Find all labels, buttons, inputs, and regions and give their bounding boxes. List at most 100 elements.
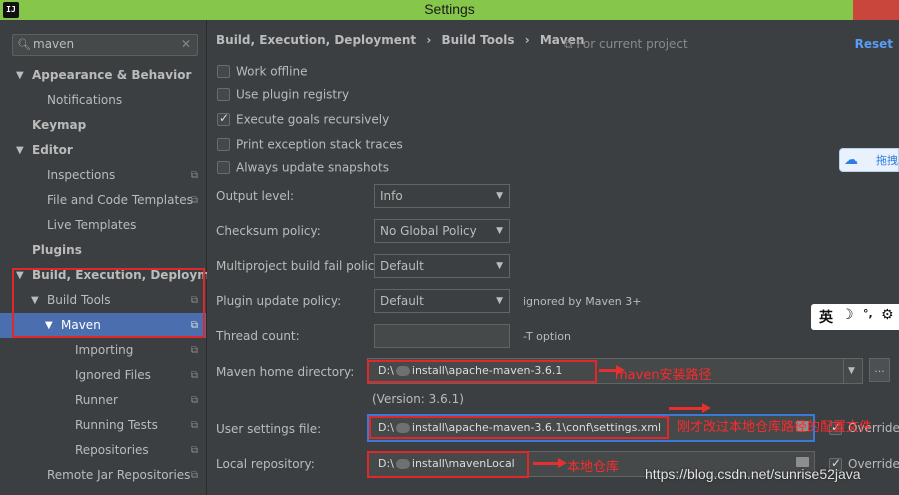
checksum-policy-label: Checksum policy:: [216, 224, 321, 238]
breadcrumb-separator: ›: [426, 33, 432, 47]
plugin-update-policy-label: Plugin update policy:: [216, 294, 342, 308]
sidebar-item-label: Editor: [32, 143, 73, 157]
annotation-maven-home: maven安装路径: [615, 368, 712, 383]
project-scope-label: ⧉ For current project: [564, 37, 688, 52]
sidebar-item-label: Keymap: [32, 118, 87, 132]
search-icon: 🔍︎: [17, 38, 31, 51]
thread-count-label: Thread count:: [216, 329, 300, 343]
always-update-snapshots-checkbox[interactable]: Always update snapshots: [217, 160, 389, 178]
sidebar-item-editor[interactable]: ▼ Editor: [0, 138, 206, 163]
chevron-down-icon: ▼: [496, 226, 503, 236]
window-title: Settings: [424, 1, 475, 17]
thread-count-hint: -T option: [523, 330, 571, 343]
sidebar-item-label: Remote Jar Repositories: [47, 468, 191, 482]
widget-label: 拖拽: [876, 154, 898, 167]
checkbox-box[interactable]: [217, 111, 230, 126]
print-exception-stack-traces-checkbox[interactable]: Print exception stack traces: [217, 137, 403, 155]
checkbox-box[interactable]: [217, 65, 230, 78]
sidebar-item-plugins[interactable]: Plugins: [0, 238, 206, 263]
project-scope-icon: ⧉: [190, 470, 198, 481]
checksum-policy-dropdown[interactable]: No Global Policy ▼: [374, 219, 510, 243]
annotation-local-repo-box: [367, 451, 529, 478]
expand-arrow-icon[interactable]: ▼: [16, 138, 24, 163]
annotation-maven-home-box: [367, 360, 597, 383]
checkbox-box[interactable]: [217, 138, 230, 151]
sidebar-item-notifications[interactable]: Notifications: [0, 88, 206, 113]
gear-icon[interactable]: ⚙: [881, 307, 894, 323]
sidebar-item-remote-jar-repositories[interactable]: Remote Jar Repositories ⧉: [0, 463, 206, 488]
multiproject-fail-policy-dropdown[interactable]: Default ▼: [374, 254, 510, 278]
chevron-down-icon[interactable]: ▼: [843, 359, 859, 383]
settings-sidebar: 🔍︎ maven ✕ ▼ Appearance & Behavior Notif…: [0, 20, 232, 495]
sidebar-item-label: Running Tests: [75, 418, 158, 432]
sidebar-item-file-code-templates[interactable]: File and Code Templates ⧉: [0, 188, 206, 213]
sidebar-item-keymap[interactable]: Keymap: [0, 113, 206, 138]
project-scope-icon: ⧉: [190, 345, 198, 356]
annotation-user-settings: 刚才改过本地仓库路径的配置文件: [677, 420, 873, 435]
project-scope-icon: ⧉: [190, 370, 198, 381]
dropdown-value: Info: [380, 189, 403, 203]
project-scope-icon: ⧉: [190, 170, 198, 181]
plugin-update-hint: ignored by Maven 3+: [523, 295, 642, 308]
punctuation-icon[interactable]: °,: [863, 307, 873, 320]
sidebar-item-label: Importing: [75, 343, 134, 357]
sidebar-item-inspections[interactable]: Inspections ⧉: [0, 163, 206, 188]
sidebar-item-label: File and Code Templates: [47, 193, 193, 207]
annotation-local-repo: 本地仓库: [567, 460, 620, 475]
window-close-button[interactable]: [853, 0, 899, 20]
clear-search-icon[interactable]: ✕: [181, 37, 191, 51]
sidebar-item-label: Inspections: [47, 168, 116, 182]
output-level-dropdown[interactable]: Info ▼: [374, 184, 510, 208]
project-scope-icon: ⧉: [190, 195, 198, 206]
sidebar-item-importing[interactable]: Importing ⧉: [0, 338, 206, 363]
dropdown-value: No Global Policy: [380, 224, 477, 238]
project-scope-icon: ⧉: [190, 395, 198, 406]
work-offline-checkbox[interactable]: Work offline: [217, 64, 307, 82]
sidebar-item-label: Repositories: [75, 443, 149, 457]
chevron-down-icon: ▼: [496, 191, 503, 201]
dropdown-value: Default: [380, 259, 424, 273]
chevron-down-icon: ▼: [496, 296, 503, 306]
sidebar-item-label: Ignored Files: [75, 368, 151, 382]
search-input[interactable]: maven: [33, 37, 74, 51]
checkbox-label: Print exception stack traces: [236, 137, 403, 152]
title-bar: IJ Settings: [0, 0, 899, 20]
output-level-label: Output level:: [216, 189, 295, 203]
settings-search-box[interactable]: 🔍︎ maven ✕: [12, 34, 198, 56]
maven-home-label: Maven home directory:: [216, 365, 355, 379]
checkbox-label: Execute goals recursively: [236, 112, 390, 127]
sidebar-item-label: Live Templates: [47, 218, 137, 232]
use-plugin-registry-checkbox[interactable]: Use plugin registry: [217, 87, 349, 105]
sidebar-item-repositories[interactable]: Repositories ⧉: [0, 438, 206, 463]
thread-count-input[interactable]: [374, 324, 510, 348]
plugin-update-policy-dropdown[interactable]: Default ▼: [374, 289, 510, 313]
baidu-netdisk-float-widget[interactable]: ☁ 拖拽: [839, 148, 899, 172]
reset-link[interactable]: Reset: [855, 37, 893, 51]
maven-home-browse-button[interactable]: ...: [869, 358, 890, 382]
sidebar-item-label: Notifications: [47, 93, 123, 107]
project-scope-icon: ⧉: [190, 420, 198, 431]
sidebar-item-running-tests[interactable]: Running Tests ⧉: [0, 413, 206, 438]
checkbox-box[interactable]: [217, 88, 230, 101]
multiproject-fail-policy-label: Multiproject build fail policy:: [216, 259, 385, 273]
checkbox-box[interactable]: [217, 161, 230, 174]
user-settings-label: User settings file:: [216, 422, 322, 436]
sidebar-item-runner[interactable]: Runner ⧉: [0, 388, 206, 413]
sidebar-item-ignored-files[interactable]: Ignored Files ⧉: [0, 363, 206, 388]
sidebar-item-live-templates[interactable]: Live Templates: [0, 213, 206, 238]
sidebar-item-label: Runner: [75, 393, 118, 407]
annotation-user-settings-box: [369, 416, 669, 439]
project-scope-icon: ⧉: [564, 37, 573, 51]
csdn-watermark: https://blog.csdn.net/sunrise52java: [645, 466, 861, 482]
sidebar-item-label: Plugins: [32, 243, 82, 257]
execute-goals-recursively-checkbox[interactable]: Execute goals recursively: [217, 111, 390, 130]
ime-toolbar[interactable]: 英 ☽ °, ⚙: [811, 304, 899, 330]
expand-arrow-icon[interactable]: ▼: [16, 63, 24, 88]
breadcrumb-item: Build, Execution, Deployment: [216, 33, 417, 47]
checkbox-label: Always update snapshots: [236, 160, 389, 175]
sidebar-item-appearance[interactable]: ▼ Appearance & Behavior: [0, 63, 206, 88]
ime-language-toggle[interactable]: 英: [819, 307, 833, 327]
moon-icon[interactable]: ☽: [841, 307, 854, 323]
scope-text: For current project: [576, 37, 688, 51]
annotation-highlight-box: [12, 268, 205, 338]
